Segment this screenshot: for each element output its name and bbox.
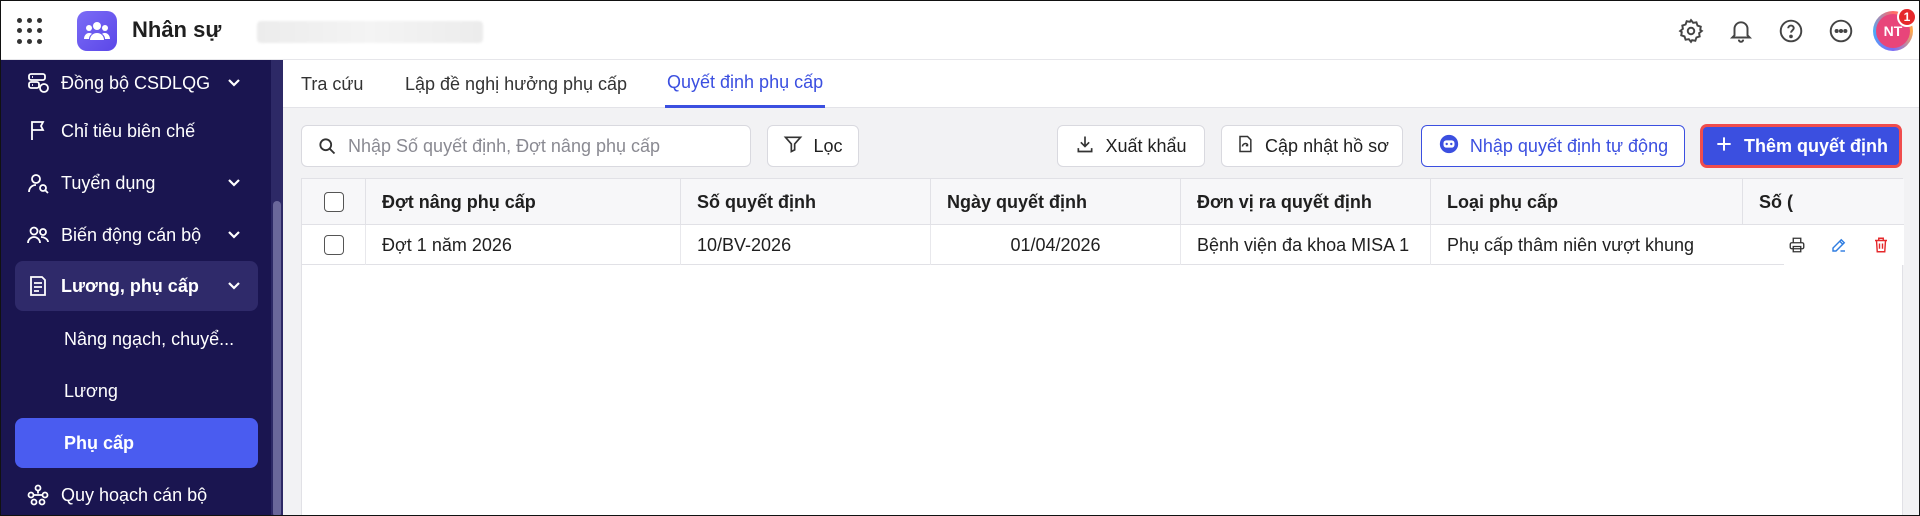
auto-import-button[interactable]: Nhập quyết định tự động bbox=[1421, 125, 1685, 167]
decisions-table: Đợt nâng phụ cấp Số quyết định Ngày quyế… bbox=[301, 178, 1904, 515]
cell-don-vi: Bệnh viện đa khoa MISA 1 bbox=[1181, 225, 1431, 265]
update-profile-label: Cập nhật hồ sơ bbox=[1265, 135, 1389, 156]
column-header-so-qd[interactable]: Số quyết định bbox=[681, 179, 931, 225]
plus-icon bbox=[1714, 134, 1734, 159]
cell-dot: Đợt 1 năm 2026 bbox=[366, 225, 681, 265]
sidebar-item-chi-tieu[interactable]: Chỉ tiêu biên chế bbox=[15, 106, 258, 156]
trash-icon[interactable] bbox=[1870, 234, 1892, 256]
filter-label: Lọc bbox=[813, 135, 843, 156]
chevron-down-icon bbox=[224, 281, 244, 291]
users-icon bbox=[25, 222, 51, 248]
download-icon bbox=[1075, 134, 1095, 159]
flag-icon bbox=[25, 118, 51, 144]
chevron-down-icon bbox=[224, 78, 244, 88]
column-header-loai[interactable]: Loại phụ cấp bbox=[1431, 179, 1743, 225]
document-money-icon bbox=[25, 273, 51, 299]
sidebar-item-label: Đồng bộ CSDLQG bbox=[61, 72, 211, 93]
sidebar-item-label: Chỉ tiêu biên chế bbox=[61, 120, 196, 141]
robot-icon bbox=[1438, 133, 1460, 160]
search-icon bbox=[316, 135, 338, 157]
tenant-name-redacted bbox=[257, 21, 483, 43]
sidebar-item-label: Lương, phụ cấp bbox=[61, 275, 199, 296]
add-decision-label: Thêm quyết định bbox=[1744, 135, 1888, 156]
sidebar: Đồng bộ CSDLQG Chỉ tiêu biên chế Tuyển d… bbox=[1, 58, 271, 515]
column-header-don-vi[interactable]: Đơn vị ra quyết định bbox=[1181, 179, 1431, 225]
app-launcher-icon[interactable] bbox=[17, 18, 43, 44]
update-profile-button[interactable]: Cập nhật hồ sơ bbox=[1221, 125, 1403, 167]
more-icon[interactable] bbox=[1823, 13, 1859, 49]
tab-tra-cuu[interactable]: Tra cứu bbox=[301, 60, 363, 108]
sidebar-item-luong-phu-cap[interactable]: Lương, phụ cấp bbox=[15, 261, 258, 311]
sidebar-item-tuyen-dung[interactable]: Tuyển dụng bbox=[15, 158, 258, 208]
sidebar-item-bien-dong[interactable]: Biến động cán bộ bbox=[15, 210, 258, 260]
tab-lap-de-nghi[interactable]: Lập đề nghị hưởng phụ cấp bbox=[405, 60, 627, 108]
cell-loai: Phụ cấp thâm niên vượt khung bbox=[1447, 234, 1694, 255]
help-icon[interactable] bbox=[1773, 13, 1809, 49]
auto-import-label: Nhập quyết định tự động bbox=[1469, 135, 1669, 156]
database-sync-icon bbox=[25, 70, 51, 96]
filter-button[interactable]: Lọc bbox=[767, 125, 859, 167]
search-input[interactable] bbox=[348, 135, 750, 157]
gear-icon[interactable] bbox=[1673, 13, 1709, 49]
cell-ngay: 01/04/2026 bbox=[931, 225, 1181, 265]
sidebar-subitem-nang-ngach[interactable]: Nâng ngạch, chuyể... bbox=[15, 314, 258, 364]
user-avatar[interactable]: NT 1 bbox=[1873, 7, 1917, 51]
people-group-icon bbox=[84, 22, 110, 40]
header-actions: NT 1 bbox=[1673, 7, 1917, 51]
row-select-cell bbox=[302, 225, 366, 265]
org-chart-icon bbox=[25, 482, 51, 508]
sidebar-subitem-phu-cap[interactable]: Phụ cấp bbox=[15, 418, 258, 468]
top-bar: Nhân sự NT 1 bbox=[1, 1, 1919, 60]
sidebar-item-label: Quy hoạch cán bộ bbox=[61, 484, 208, 505]
sidebar-item-quy-hoach[interactable]: Quy hoạch cán bộ bbox=[15, 470, 258, 515]
table-row[interactable]: Đợt 1 năm 2026 10/BV-2026 01/04/2026 Bện… bbox=[302, 225, 1904, 265]
chevron-down-icon bbox=[224, 230, 244, 240]
sidebar-item-dong-bo[interactable]: Đồng bộ CSDLQG bbox=[15, 58, 258, 108]
main-content: Tra cứu Lập đề nghị hưởng phụ cấp Quyết … bbox=[283, 60, 1919, 515]
toolbar: Lọc Xuất khẩu Cập nhật hồ sơ Nhập quyết … bbox=[283, 108, 1919, 188]
row-checkbox[interactable] bbox=[323, 235, 344, 255]
cell-so-qd: 10/BV-2026 bbox=[681, 225, 931, 265]
column-header-ngay[interactable]: Ngày quyết định bbox=[931, 179, 1181, 225]
edit-icon[interactable] bbox=[1828, 234, 1850, 256]
export-button[interactable]: Xuất khẩu bbox=[1057, 125, 1205, 167]
document-refresh-icon bbox=[1235, 134, 1255, 159]
column-header-dot[interactable]: Đợt nâng phụ cấp bbox=[366, 179, 681, 225]
export-label: Xuất khẩu bbox=[1105, 135, 1187, 156]
app-title: Nhân sự bbox=[132, 17, 222, 42]
sidebar-subitem-luong[interactable]: Lương bbox=[15, 366, 258, 416]
printer-icon[interactable] bbox=[1786, 234, 1808, 256]
search-box bbox=[301, 125, 751, 167]
app-window: Nhân sự NT 1 Đồng bộ CSDLQG Chỉ tiêu biê… bbox=[0, 0, 1920, 516]
bell-icon[interactable] bbox=[1723, 13, 1759, 49]
header-select-cell bbox=[302, 179, 366, 225]
app-logo bbox=[77, 11, 117, 51]
table-header: Đợt nâng phụ cấp Số quyết định Ngày quyế… bbox=[302, 179, 1904, 225]
sidebar-item-label: Biến động cán bộ bbox=[61, 224, 202, 245]
row-actions bbox=[1784, 225, 1904, 265]
tab-bar: Tra cứu Lập đề nghị hưởng phụ cấp Quyết … bbox=[283, 60, 1919, 108]
sidebar-item-label: Tuyển dụng bbox=[61, 172, 156, 193]
column-header-so[interactable]: Số ( bbox=[1743, 179, 1904, 225]
tab-quyet-dinh[interactable]: Quyết định phụ cấp bbox=[665, 60, 826, 108]
chevron-down-icon bbox=[224, 178, 244, 188]
select-all-checkbox[interactable] bbox=[323, 192, 344, 212]
notification-badge: 1 bbox=[1897, 7, 1917, 27]
user-search-icon bbox=[25, 170, 51, 196]
filter-icon bbox=[783, 134, 803, 159]
add-decision-button[interactable]: Thêm quyết định bbox=[1701, 125, 1901, 167]
sidebar-scrollbar-thumb[interactable] bbox=[273, 201, 281, 515]
